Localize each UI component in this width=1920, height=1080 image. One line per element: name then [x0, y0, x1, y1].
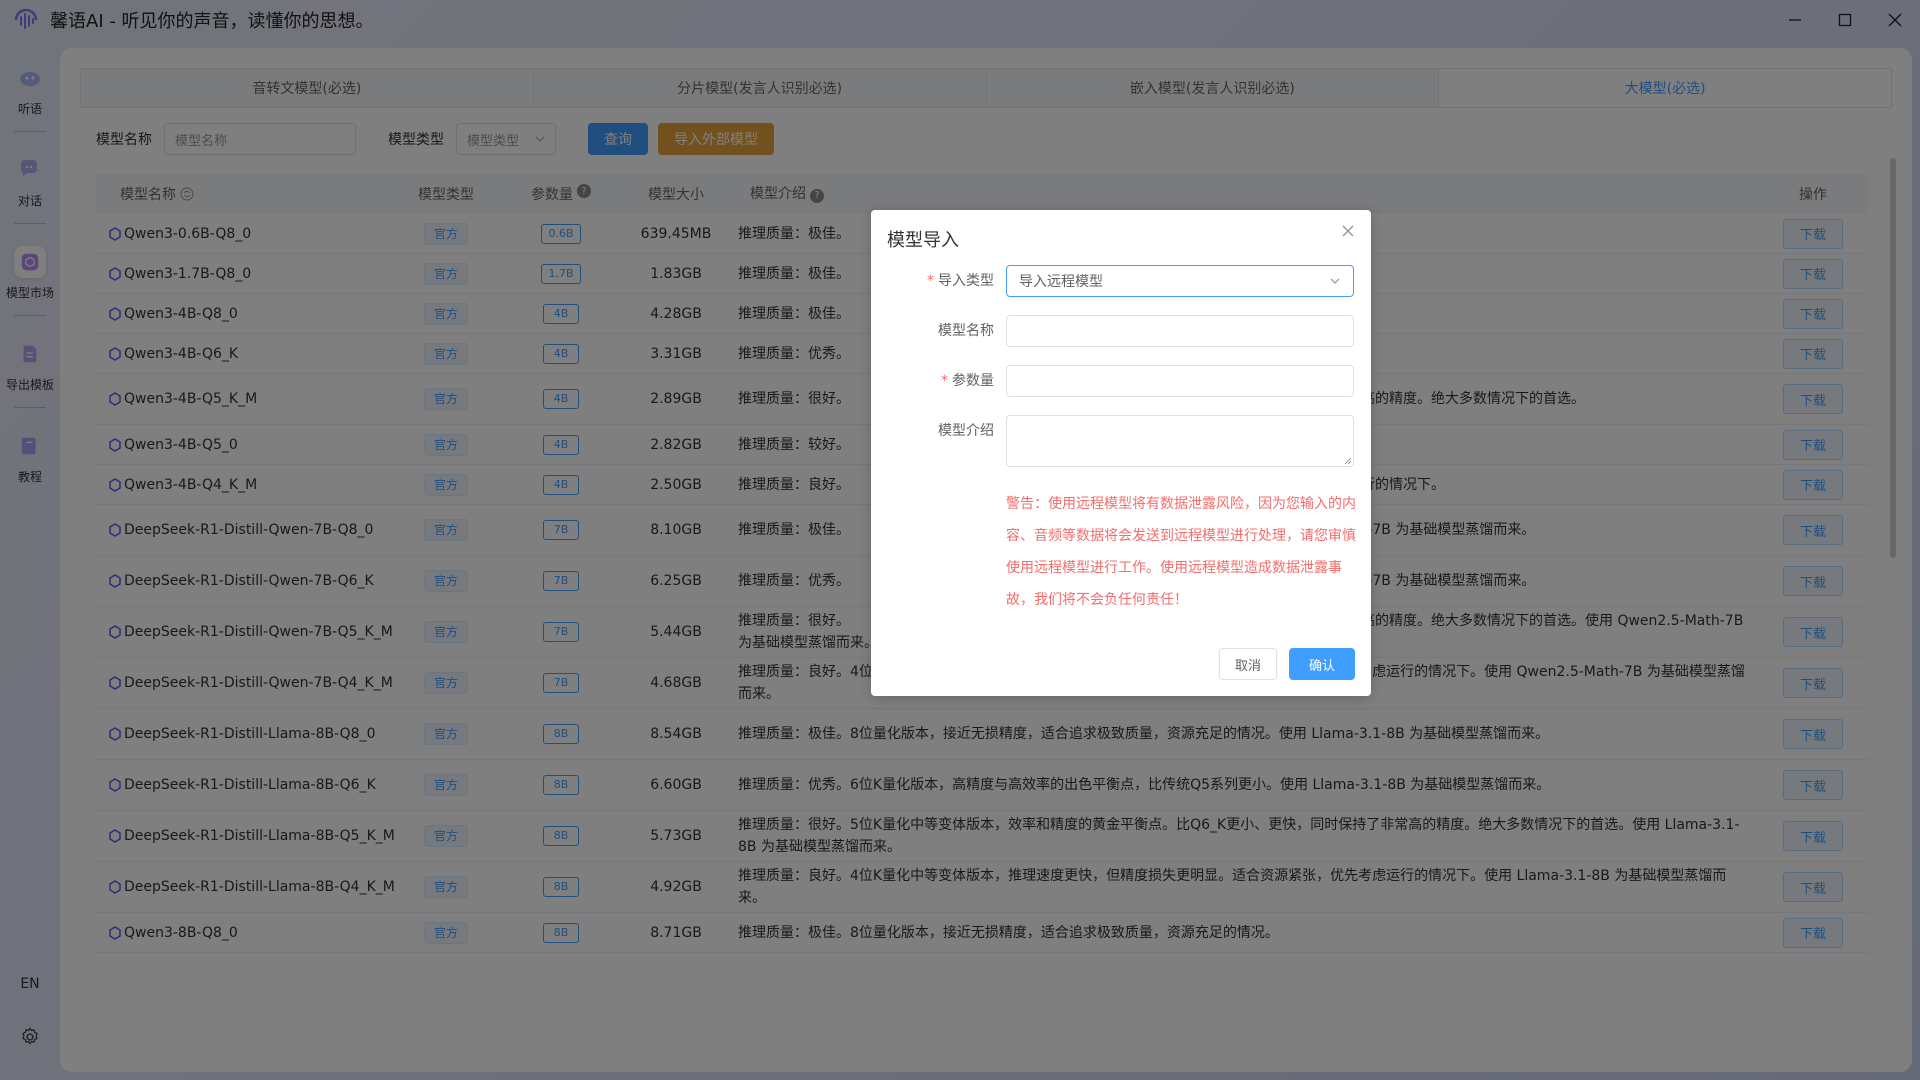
close-icon[interactable] — [1341, 224, 1355, 238]
params-input[interactable] — [1006, 365, 1354, 397]
intro-row: 模型介绍 — [871, 415, 1371, 467]
model-name-input[interactable] — [1006, 315, 1354, 347]
confirm-button[interactable]: 确认 — [1288, 648, 1355, 680]
model-import-dialog: 模型导入 * 导入类型 导入远程模型 模型名称 * 参数量 模型介绍 警告：使用远程… — [871, 210, 1371, 696]
resize-handle-icon[interactable] — [1344, 457, 1352, 465]
import-type-select[interactable]: 导入远程模型 — [1006, 265, 1354, 297]
intro-textarea[interactable] — [1006, 415, 1354, 467]
cancel-button[interactable]: 取消 — [1218, 648, 1277, 680]
params-row: * 参数量 — [871, 365, 1371, 397]
model-name-row: 模型名称 — [871, 315, 1371, 347]
dialog-title: 模型导入 — [887, 230, 959, 251]
intro-label: 模型介绍 — [938, 423, 994, 439]
import-type-label: 导入类型 — [938, 273, 994, 289]
import-type-row: * 导入类型 导入远程模型 — [871, 265, 1371, 297]
data-leak-warning: 警告：使用远程模型将有数据泄露风险，因为您输入的内容、音频等数据将会发送到远程模… — [1006, 496, 1356, 608]
params-label: 参数量 — [952, 373, 994, 389]
chevron-down-icon — [1330, 278, 1340, 284]
model-name-label: 模型名称 — [938, 323, 994, 339]
